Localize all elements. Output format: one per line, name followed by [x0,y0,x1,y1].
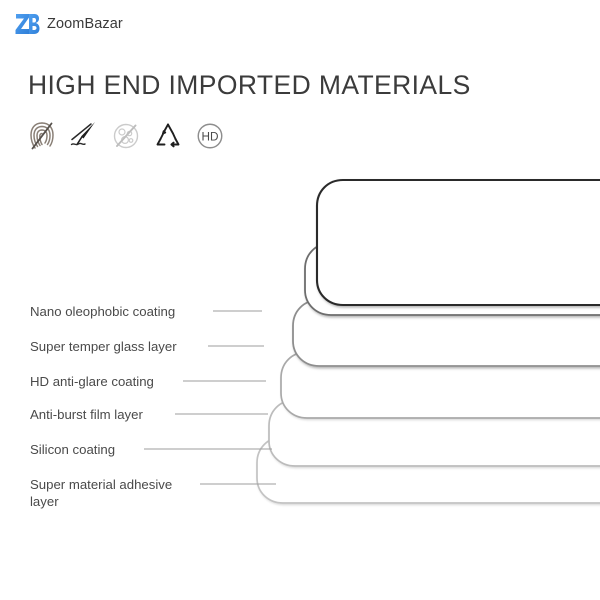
layer-shape-3 [292,299,600,367]
layer-label-nano-oleophobic-coating: Nano oleophobic coating [30,304,176,319]
layer-shape-6 [256,436,600,504]
layer-label-silicon-coating: Silicon coating [30,442,116,457]
layer-shape-5 [268,399,600,467]
layer-label-anti-burst-film-layer: Anti-burst film layer [30,407,143,422]
layer-label-super-temper-glass-layer: Super temper glass layer [30,339,177,354]
layer-label-super-material-adhesive-layer: Super material adhesive layer [30,477,173,509]
layer-shape-4 [280,351,600,419]
layer-label-list: Nano oleophobic coating Super temper gla… [0,0,260,600]
layer-shape-2 [304,242,600,316]
layer-shape-1 [315,178,600,307]
layer-label-hd-anti-glare-coating: HD anti-glare coating [30,374,154,389]
